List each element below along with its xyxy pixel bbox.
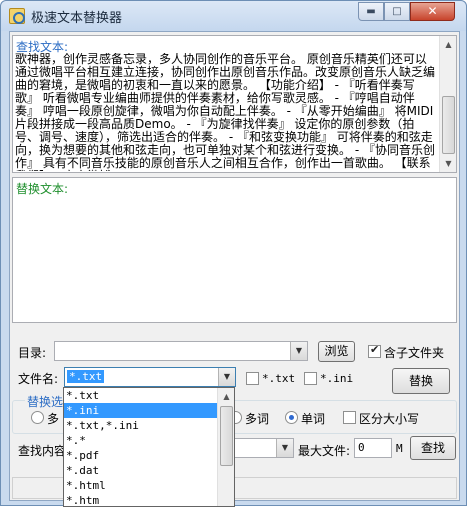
- dropdown-item[interactable]: *.txt,*.ini: [64, 418, 234, 433]
- dropdown-item[interactable]: *.htm: [64, 493, 234, 506]
- quick-ini-checkbox[interactable]: [304, 372, 317, 385]
- case-sensitive-checkbox[interactable]: [343, 411, 356, 424]
- directory-label: 目录:: [18, 346, 47, 360]
- filename-value: *.txt: [67, 370, 105, 383]
- dropdown-item[interactable]: *.html: [64, 478, 234, 493]
- search-button[interactable]: 查找: [410, 436, 456, 460]
- browse-button[interactable]: 浏览: [318, 341, 355, 362]
- find-scrollbar[interactable]: ▲ ▼: [439, 36, 456, 172]
- replace-options-title: 替换选: [25, 393, 66, 410]
- single-word-radio[interactable]: [285, 411, 298, 424]
- quick-ini-label: *.ini: [320, 372, 354, 385]
- quick-txt-label: *.txt: [262, 372, 296, 385]
- include-subfolders-checkbox[interactable]: [368, 343, 381, 358]
- close-button[interactable]: ✕: [410, 2, 455, 21]
- case-sensitive-label: 区分大小写: [359, 412, 420, 426]
- multi-word-label: 多词: [245, 412, 270, 426]
- max-file-label: 最大文件:: [298, 444, 351, 458]
- dropdown-item[interactable]: *.dat: [64, 463, 234, 478]
- filename-dropdown-list[interactable]: *.txt *.ini *.txt,*.ini *.* *.pdf *.dat …: [63, 387, 235, 507]
- dropdown-scroll-thumb[interactable]: [220, 406, 233, 466]
- max-file-input[interactable]: 0: [354, 438, 392, 458]
- chevron-down-icon[interactable]: ▼: [218, 368, 235, 386]
- find-textarea[interactable]: 歌神器，创作灵感备忘录，多人协同创作的音乐平台。 原创音乐精英们还可以通过微唱平…: [15, 53, 438, 171]
- app-icon: [9, 8, 25, 24]
- minimize-button[interactable]: ▬: [358, 2, 384, 21]
- filename-label: 文件名:: [18, 372, 59, 386]
- include-subfolders-label: 含子文件夹: [384, 346, 445, 360]
- option-radio-left[interactable]: [31, 411, 44, 424]
- chevron-down-icon[interactable]: ▼: [290, 342, 307, 360]
- find-text-panel[interactable]: 查找文本: 歌神器，创作灵感备忘录，多人协同创作的音乐平台。 原创音乐精英们还可…: [12, 35, 457, 173]
- quick-txt-checkbox[interactable]: [246, 372, 259, 385]
- directory-combo[interactable]: ▼: [54, 341, 308, 361]
- replace-button[interactable]: 替换: [392, 368, 450, 394]
- replace-text-panel[interactable]: 替换文本:: [12, 177, 457, 323]
- max-file-unit: M: [396, 442, 403, 455]
- maximize-button[interactable]: □: [384, 2, 410, 21]
- scroll-up-arrow-icon[interactable]: ▲: [440, 36, 457, 53]
- app-window: 极速文本替换器 ▬ □ ✕ 查找文本: 歌神器，创作灵感备忘录，多人协同创作的音…: [0, 0, 467, 507]
- filename-combo[interactable]: *.txt ▼: [64, 367, 236, 387]
- window-title: 极速文本替换器: [31, 11, 123, 26]
- max-file-value: 0: [358, 441, 365, 454]
- chevron-down-icon[interactable]: ▼: [276, 439, 293, 457]
- dropdown-item[interactable]: *.pdf: [64, 448, 234, 463]
- title-bar[interactable]: 极速文本替换器 ▬ □ ✕: [1, 1, 466, 31]
- scroll-down-arrow-icon[interactable]: ▼: [440, 155, 457, 172]
- scroll-thumb[interactable]: [442, 96, 455, 154]
- dropdown-item[interactable]: *.*: [64, 433, 234, 448]
- scroll-up-arrow-icon[interactable]: ▲: [218, 388, 234, 405]
- option-radio-left-label: 多: [47, 412, 60, 426]
- single-word-label: 单词: [301, 412, 326, 426]
- dropdown-item[interactable]: *.txt: [64, 388, 234, 403]
- dropdown-item-selected[interactable]: *.ini: [64, 403, 234, 418]
- dropdown-scrollbar[interactable]: ▲: [217, 388, 234, 506]
- replace-textarea[interactable]: [15, 195, 454, 320]
- search-content-label: 查找内容: [18, 444, 67, 458]
